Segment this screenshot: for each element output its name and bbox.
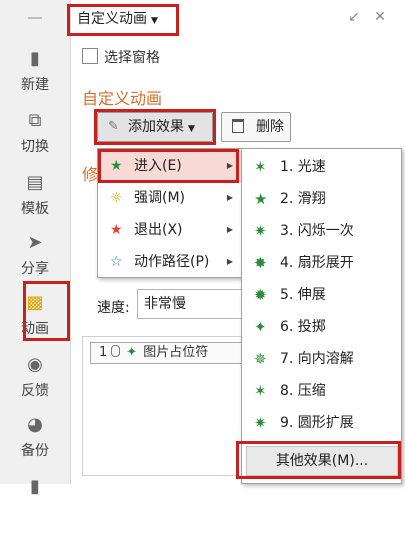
chevron-right-icon: ▶	[226, 161, 233, 170]
menu-item-exit[interactable]: ★ 退出(X) ▶	[98, 215, 241, 247]
chevron-right-icon: ▶	[226, 193, 233, 202]
menu-item-label: 动作路径(P)	[134, 254, 210, 270]
effect-star-icon: ✷	[254, 222, 267, 240]
menu-item-emphasis[interactable]: ☼ 强调(M) ▶	[98, 183, 241, 215]
speed-select[interactable]: 非常慢	[137, 289, 247, 319]
effect-star-icon: ✶	[254, 382, 267, 400]
chevron-right-icon: ▶	[226, 225, 233, 234]
menu-item-label: 退出(X)	[134, 222, 183, 238]
effect-item-8[interactable]: ✶ 8. 压缩	[242, 375, 401, 407]
add-effect-button[interactable]: ✎ 添加效果 ▼	[97, 112, 213, 142]
sidebar-item-switch[interactable]: ⧉ 切换	[0, 104, 70, 168]
effect-label: 8. 压缩	[280, 383, 326, 399]
effect-label: 6. 投掷	[280, 319, 326, 335]
sidebar-item-feedback[interactable]: ◉ 反馈	[0, 348, 70, 412]
menu-item-enter[interactable]: ★ 进入(E) ▶	[98, 151, 241, 183]
effect-star-icon: ✹	[254, 286, 267, 304]
pen-icon: ✎	[108, 119, 119, 134]
close-icon[interactable]: ✕	[371, 8, 389, 26]
enter-star-icon: ★	[110, 158, 123, 174]
sidebar-item-more[interactable]: ▮	[0, 470, 70, 534]
sidebar-item-label: 动画	[21, 321, 49, 337]
sidebar-item-label: 备份	[21, 443, 49, 459]
effect-label: 2. 滑翔	[280, 191, 326, 207]
sidebar-item-template[interactable]: ▤ 模板	[0, 166, 70, 230]
delete-button[interactable]: 删除	[221, 112, 291, 142]
effect-label: 1. 光速	[280, 159, 326, 175]
enter-effect-icon: ✦	[126, 345, 138, 360]
sidebar-item-label: 新建	[21, 77, 49, 93]
sidebar-grip[interactable]	[28, 17, 42, 19]
more-effects-button[interactable]: 其他效果(M)...	[246, 446, 398, 476]
effect-item-5[interactable]: ✹ 5. 伸展	[242, 279, 401, 311]
effect-label: 4. 扇形展开	[280, 255, 354, 271]
speed-label: 速度:	[97, 300, 130, 316]
new-doc-icon: ▮	[30, 48, 40, 69]
template-icon: ▤	[26, 172, 44, 193]
item-text: 图片占位符	[143, 345, 209, 360]
sidebar-item-animation[interactable]: ▩ 动画	[0, 286, 70, 350]
enter-effects-submenu: ✶ 1. 光速 ★ 2. 滑翔 ✷ 3. 闪烁一次 ✸ 4. 扇形展开 ✹ 5. 伸展 ✦…	[241, 148, 402, 484]
effect-item-7[interactable]: ✵ 7. 向内溶解	[242, 343, 401, 375]
effect-item-6[interactable]: ✦ 6. 投掷	[242, 311, 401, 343]
selection-pane-link[interactable]: 选择窗格	[82, 47, 160, 67]
effect-item-9[interactable]: ✷ 9. 圆形扩展	[242, 407, 401, 439]
chevron-down-icon: ▼	[188, 124, 195, 134]
emphasis-sun-icon: ☼	[110, 190, 123, 206]
speed-value: 非常慢	[144, 296, 186, 312]
effect-label: 9. 圆形扩展	[280, 415, 354, 431]
chevron-right-icon: ▶	[226, 257, 233, 266]
add-effect-menu: ★ 进入(E) ▶ ☼ 强调(M) ▶ ★ 退出(X) ▶ ☆ 动作路径(P) …	[97, 148, 242, 278]
menu-item-label: 进入(E)	[134, 158, 182, 174]
effect-star-icon: ✦	[254, 318, 267, 336]
menu-item-label: 强调(M)	[134, 190, 186, 206]
effect-star-icon: ✸	[254, 254, 267, 272]
section-title: 自定义动画	[82, 89, 163, 108]
effect-label: 3. 闪烁一次	[280, 223, 354, 239]
backup-icon: ◕	[27, 414, 43, 435]
sidebar-item-label: 切换	[21, 139, 49, 155]
effect-star-icon: ✶	[254, 158, 267, 176]
panel-title-dropdown[interactable]: 自定义动画 ▼	[67, 7, 179, 35]
effect-label: 7. 向内溶解	[280, 351, 354, 367]
selection-pane-label: 选择窗格	[104, 50, 160, 66]
switch-icon: ⧉	[28, 110, 42, 131]
sidebar-item-label: 反馈	[21, 383, 49, 399]
effect-star-icon: ✵	[254, 350, 267, 368]
panel-title: 自定义动画	[77, 11, 147, 27]
share-icon: ➤	[27, 232, 43, 253]
sidebar-item-new[interactable]: ▮ 新建	[0, 42, 70, 106]
sidebar-item-backup[interactable]: ◕ 备份	[0, 408, 70, 472]
doc-icon: ▮	[30, 476, 40, 497]
item-number: 1	[99, 345, 108, 360]
motion-path-star-icon: ☆	[110, 254, 123, 270]
effect-item-4[interactable]: ✸ 4. 扇形展开	[242, 247, 401, 279]
effect-star-icon: ★	[254, 190, 268, 208]
add-effect-label: 添加效果	[128, 119, 184, 135]
minimize-icon[interactable]: ↙	[345, 8, 363, 26]
effect-item-2[interactable]: ★ 2. 滑翔	[242, 183, 401, 215]
selection-pane-icon	[82, 48, 98, 64]
animation-icon: ▩	[26, 292, 44, 313]
exit-star-icon: ★	[110, 222, 123, 238]
sidebar-item-label: 模板	[21, 201, 49, 217]
menu-item-motion-path[interactable]: ☆ 动作路径(P) ▶	[98, 247, 241, 279]
trash-icon	[232, 119, 244, 133]
feedback-icon: ◉	[27, 354, 43, 375]
sidebar-item-label: 分享	[21, 261, 49, 277]
modify-section-title: 修	[82, 165, 99, 184]
mouse-click-icon	[111, 345, 121, 357]
effect-label: 5. 伸展	[280, 287, 326, 303]
left-sidebar: ▮ 新建 ⧉ 切换 ▤ 模板 ➤ 分享 ▩ 动画 ◉ 反馈 ◕ 备份 ▮	[0, 0, 71, 497]
sidebar-item-share[interactable]: ➤ 分享	[0, 226, 70, 290]
effect-item-1[interactable]: ✶ 1. 光速	[242, 151, 401, 183]
effect-star-icon: ✷	[254, 414, 267, 432]
chevron-down-icon: ▼	[151, 16, 158, 26]
animation-list-item[interactable]: 1 ✦ 图片占位符	[90, 342, 250, 364]
effect-item-3[interactable]: ✷ 3. 闪烁一次	[242, 215, 401, 247]
delete-label: 删除	[256, 119, 284, 135]
